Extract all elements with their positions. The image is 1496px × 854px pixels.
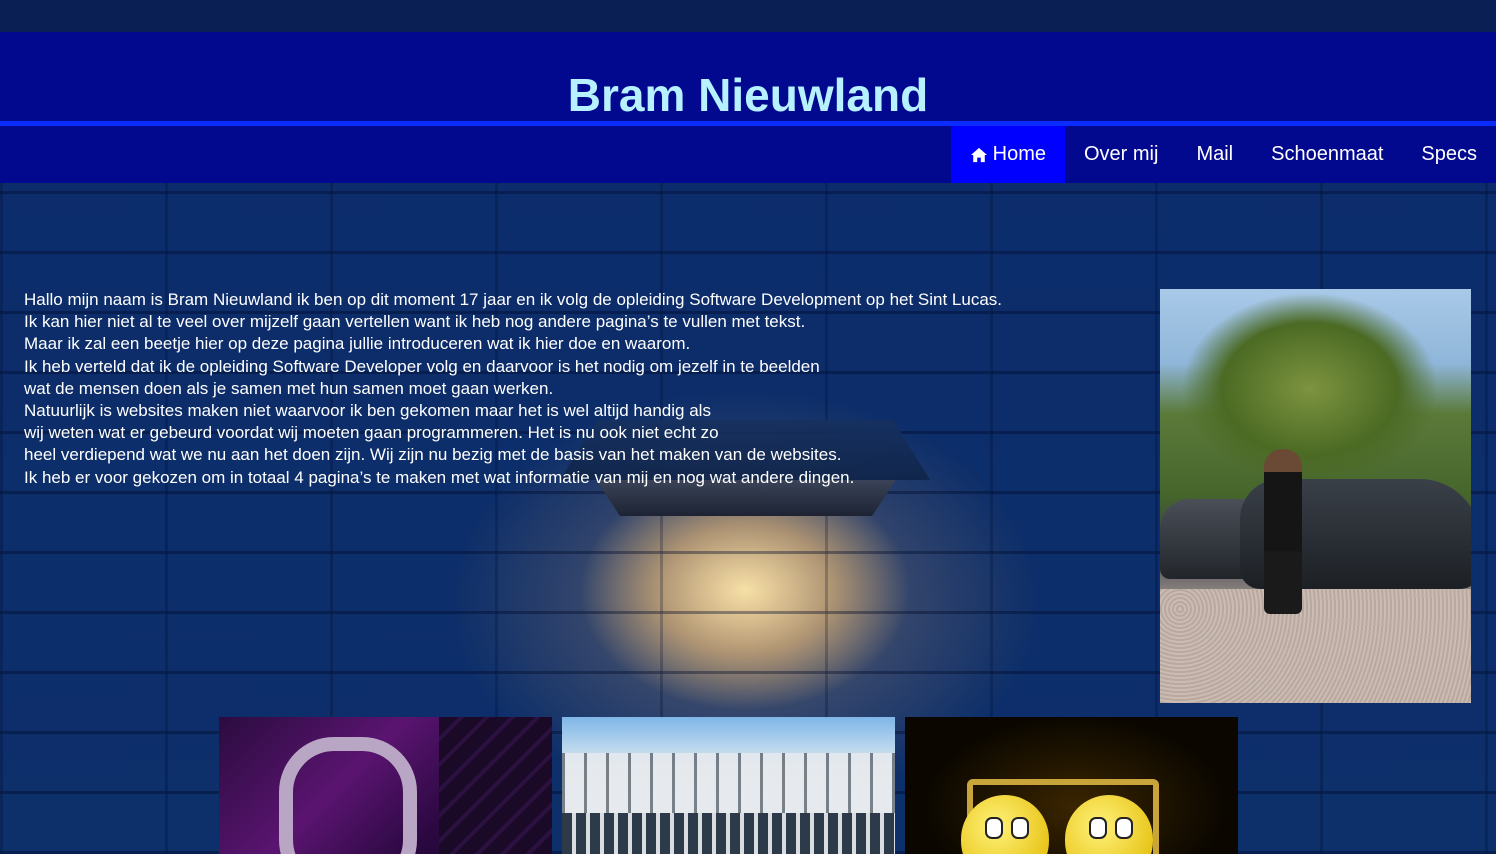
intro-line: wat de mensen doen als je samen met hun …: [24, 378, 554, 398]
gallery-image-emoji-pillows: [905, 717, 1238, 854]
intro-line: Maar ik zal een beetje hier op deze pagi…: [24, 334, 691, 354]
nav-item-label: Schoenmaat: [1271, 143, 1384, 165]
intro-line: Hallo mijn naam is Bram Nieuwland ik ben…: [24, 290, 1003, 309]
stadium-stand: [562, 813, 895, 854]
headset-shape: [279, 737, 417, 854]
nav-item-label: Mail: [1196, 143, 1234, 165]
image-gallery: [219, 717, 1239, 854]
intro-line: Ik heb verteld dat ik de opleiding Softw…: [24, 356, 820, 376]
home-icon: [970, 147, 987, 162]
main-nav: Home Over mij Mail Schoenmaat Specs: [0, 126, 1496, 183]
site-header: Bram Nieuwland: [0, 32, 1496, 121]
eye: [1011, 817, 1029, 839]
photo-person: [1264, 449, 1302, 614]
nav-item-label: Specs: [1421, 143, 1477, 165]
intro-line: heel verdiepend wat we nu aan het doen z…: [24, 445, 842, 465]
intro-line: Ik kan hier niet al te veel over mijzelf…: [24, 312, 806, 332]
gallery-image-gaming: [219, 717, 552, 854]
stadium-roof: [562, 753, 895, 813]
keyboard-shape: [439, 717, 552, 854]
top-strip: [0, 0, 1496, 32]
nav-item-home[interactable]: Home: [950, 126, 1065, 183]
gallery-image-stadium: [562, 717, 895, 854]
nav-item-label: Home: [992, 143, 1046, 165]
eye: [985, 817, 1003, 839]
nav-item-label: Over mij: [1083, 143, 1159, 165]
photo-gravel: [1160, 589, 1471, 703]
nav-item-mail[interactable]: Mail: [1177, 126, 1252, 183]
profile-photo: [1160, 289, 1471, 703]
site-title: Bram Nieuwland: [567, 69, 929, 121]
intro-line: wij weten wat er gebeurd voordat wij moe…: [24, 423, 719, 443]
eye: [1115, 817, 1133, 839]
nav-item-over-mij[interactable]: Over mij: [1065, 126, 1177, 183]
nav-item-specs[interactable]: Specs: [1402, 126, 1496, 183]
intro-line: Ik heb er voor gekozen om in totaal 4 pa…: [24, 467, 855, 487]
intro-line: Natuurlijk is websites maken niet waarvo…: [24, 401, 711, 421]
intro-text: Hallo mijn naam is Bram Nieuwland ik ben…: [24, 289, 1144, 489]
nav-item-schoenmaat[interactable]: Schoenmaat: [1252, 126, 1402, 183]
eye: [1089, 817, 1107, 839]
